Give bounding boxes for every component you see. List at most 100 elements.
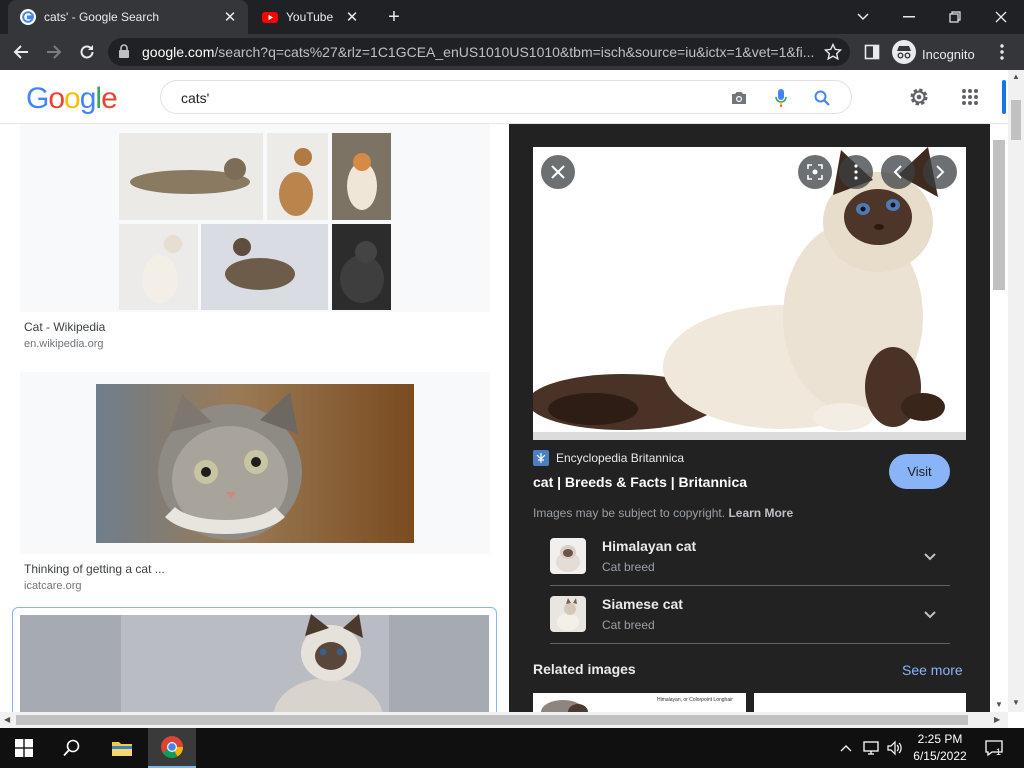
tab-strip: cats' - Google Search ✕ YouTube ✕ + [0, 0, 1024, 34]
incognito-icon [892, 40, 916, 69]
scroll-right-icon[interactable]: ▶ [994, 715, 1000, 724]
result-source[interactable]: icatcare.org [24, 580, 81, 592]
knowledge-item-name: Himalayan cat [602, 538, 697, 554]
source-row[interactable]: Encyclopedia Britannica [533, 450, 684, 466]
knowledge-item-himalayan[interactable]: Himalayan cat Cat breed [550, 528, 950, 586]
chevron-down-icon[interactable] [920, 546, 940, 566]
network-icon[interactable] [861, 738, 881, 758]
learn-more-link[interactable]: Learn More [728, 506, 793, 520]
close-window-button[interactable] [978, 0, 1024, 34]
clock-date: 6/15/2022 [913, 749, 967, 763]
more-menu-icon[interactable] [990, 40, 1014, 64]
image-result[interactable]: Cat - Wikipedia en.wikipedia.org [20, 124, 490, 352]
page-scrollbar-thumb[interactable] [1011, 100, 1021, 140]
copyright-notice: Images may be subject to copyright. Lear… [533, 506, 794, 520]
scroll-down-icon[interactable]: ▼ [1012, 698, 1020, 707]
result-source[interactable]: en.wikipedia.org [24, 338, 104, 350]
related-images-heading: Related images [533, 661, 636, 677]
tab-youtube[interactable]: YouTube ✕ [250, 0, 370, 34]
file-explorer-icon[interactable] [98, 728, 146, 768]
search-query: cats' [181, 90, 210, 106]
result-title[interactable]: Cat - Wikipedia [24, 320, 105, 334]
forward-arrow-icon[interactable] [42, 40, 66, 64]
google-header: Google cats' [0, 70, 1008, 124]
account-accent[interactable] [1002, 80, 1006, 114]
scroll-down-icon[interactable]: ▼ [995, 700, 1003, 709]
search-icon[interactable] [812, 88, 832, 108]
result-title[interactable]: Thinking of getting a cat ... [24, 562, 165, 576]
selected-image-result[interactable] [12, 607, 497, 712]
google-logo[interactable]: Google [26, 82, 118, 116]
clock-time: 2:25 PM [917, 732, 963, 746]
next-image-icon[interactable] [923, 155, 957, 189]
horizontal-scrollbar[interactable]: ◀ ▶ [0, 712, 1008, 728]
windows-start-icon[interactable] [0, 728, 48, 768]
minimize-button[interactable] [886, 0, 932, 34]
chevron-down-icon[interactable] [920, 604, 940, 624]
tab-title: cats' - Google Search [44, 10, 160, 24]
knowledge-item-type: Cat breed [602, 618, 655, 632]
preview-title[interactable]: cat | Breeds & Facts | Britannica [533, 474, 747, 490]
lock-icon [118, 44, 130, 63]
page-scrollbar[interactable]: ▲ ▼ [1008, 70, 1024, 712]
side-panel-icon[interactable] [860, 40, 884, 64]
windows-taskbar: 2:25 PM 6/15/2022 1 [0, 728, 1024, 768]
see-more-link[interactable]: See more [902, 662, 963, 678]
image-preview-panel: Encyclopedia Britannica cat | Breeds & F… [509, 124, 990, 712]
notification-center-icon[interactable]: 1 [983, 738, 1005, 758]
settings-gear-icon[interactable] [907, 85, 931, 109]
result-thumbnail[interactable] [20, 124, 490, 312]
taskbar-search-icon[interactable] [48, 728, 96, 768]
horizontal-scrollbar-thumb[interactable] [16, 715, 968, 725]
result-thumbnail[interactable] [20, 372, 490, 554]
google-favicon-icon [20, 9, 36, 25]
britannica-thistle-icon [533, 450, 549, 466]
volume-icon[interactable] [885, 738, 905, 758]
camera-icon[interactable] [729, 88, 749, 108]
chrome-taskbar-icon[interactable] [148, 728, 196, 768]
siamese-thumbnail [550, 596, 586, 632]
knowledge-item-siamese[interactable]: Siamese cat Cat breed [550, 586, 950, 644]
image-result[interactable]: Thinking of getting a cat ... icatcare.o… [20, 372, 490, 594]
apps-grid-icon[interactable] [958, 85, 982, 109]
preview-image[interactable] [533, 147, 966, 440]
related-image[interactable] [754, 693, 966, 712]
incognito-label: Incognito [922, 47, 975, 62]
incognito-badge[interactable]: Incognito [892, 40, 975, 69]
result-thumbnail[interactable] [13, 608, 496, 712]
tab-google-search[interactable]: cats' - Google Search ✕ [8, 0, 248, 34]
preview-scrollbar[interactable]: ▼ [990, 124, 1008, 712]
reload-icon[interactable] [75, 40, 99, 64]
related-image-caption: Himalayan, or Colorpoint Longhair [657, 697, 733, 703]
address-bar[interactable]: google.com/search?q=cats%27&rlz=1C1GCEA_… [108, 38, 850, 66]
back-arrow-icon[interactable] [9, 40, 33, 64]
scroll-left-icon[interactable]: ◀ [4, 715, 10, 724]
close-tab-icon[interactable]: ✕ [342, 8, 362, 26]
himalayan-thumbnail [550, 538, 586, 574]
bookmark-star-icon[interactable] [823, 42, 843, 66]
visual-search-icon[interactable] [798, 155, 832, 189]
close-tab-icon[interactable]: ✕ [220, 8, 240, 26]
knowledge-item-type: Cat breed [602, 560, 655, 574]
knowledge-item-name: Siamese cat [602, 596, 683, 612]
related-image[interactable]: Himalayan, or Colorpoint Longhair [533, 693, 746, 712]
url-text: google.com/search?q=cats%27&rlz=1C1GCEA_… [142, 44, 815, 60]
search-input[interactable]: cats' [160, 80, 852, 114]
system-clock[interactable]: 2:25 PM 6/15/2022 [905, 731, 975, 765]
source-name: Encyclopedia Britannica [556, 451, 685, 465]
image-results: Cat - Wikipedia en.wikipedia.org Thinkin… [0, 124, 509, 712]
youtube-favicon-icon [262, 9, 278, 25]
tab-search-icon[interactable] [840, 0, 886, 34]
previous-image-icon[interactable] [881, 155, 915, 189]
tab-title: YouTube [286, 10, 334, 24]
tray-chevron-up-icon[interactable] [836, 738, 856, 758]
browser-toolbar: google.com/search?q=cats%27&rlz=1C1GCEA_… [0, 34, 1024, 70]
scroll-up-icon[interactable]: ▲ [1012, 72, 1020, 81]
close-preview-icon[interactable] [541, 155, 575, 189]
microphone-icon[interactable] [771, 88, 791, 108]
new-tab-button[interactable]: + [382, 5, 406, 29]
more-options-icon[interactable] [839, 155, 873, 189]
visit-button[interactable]: Visit [889, 454, 950, 489]
preview-scrollbar-thumb[interactable] [993, 140, 1005, 290]
restore-button[interactable] [932, 0, 978, 34]
